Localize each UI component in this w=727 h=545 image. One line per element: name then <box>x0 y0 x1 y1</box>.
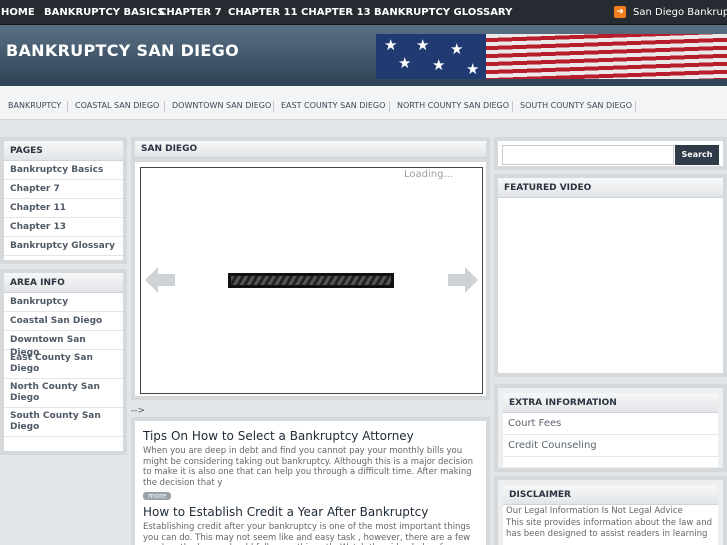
divider <box>273 101 274 112</box>
disclaimer-heading: DISCLAIMER <box>503 485 718 505</box>
sidebar-item-north-county-san-diego[interactable]: North County San Diego <box>4 379 123 408</box>
post-title[interactable]: How to Establish Credit a Year After Ban… <box>143 505 478 519</box>
flag-canton: ★ ★ ★ ★ ★ ★ <box>376 34 486 79</box>
court-fees-link[interactable]: Court Fees <box>503 413 718 435</box>
subnav-east-county[interactable]: EAST COUNTY SAN DIEGO <box>281 86 385 126</box>
divider <box>164 101 165 112</box>
nav-bankruptcy-glossary[interactable]: BANKRUPTCY GLOSSARY <box>374 0 512 25</box>
nav-chapter-7[interactable]: CHAPTER 7 <box>159 0 222 25</box>
subnav-downtown[interactable]: DOWNTOWN SAN DIEGO <box>172 86 271 126</box>
sidebar-item-bankruptcy-glossary[interactable]: Bankruptcy Glossary <box>4 237 123 256</box>
nav-chapter-13[interactable]: CHAPTER 13 <box>301 0 371 25</box>
divider <box>389 101 390 112</box>
slideshow: Loading... <box>140 167 483 394</box>
star-icon: ★ <box>466 60 480 78</box>
loading-text: Loading... <box>404 169 453 180</box>
extra-information-widget: EXTRA INFORMATION Court Fees Credit Coun… <box>494 384 727 472</box>
sidebar-item-coastal-san-diego[interactable]: Coastal San Diego <box>4 312 123 331</box>
site-rss-link[interactable]: San Diego Bankruptcy <box>633 0 727 25</box>
search-input[interactable] <box>502 145 674 165</box>
featured-video-heading: FEATURED VIDEO <box>498 178 723 198</box>
area-navigation: BANKRUPTCY COASTAL SAN DIEGO DOWNTOWN SA… <box>0 86 727 120</box>
sidebar-item-south-county-san-diego[interactable]: South County San Diego <box>4 408 123 437</box>
sidebar-item-chapter-11[interactable]: Chapter 11 <box>4 199 123 218</box>
subnav-coastal[interactable]: COASTAL SAN DIEGO <box>75 86 159 126</box>
disclaimer-line: This site provides information about the… <box>506 518 713 539</box>
post-excerpt: Establishing credit after your bankruptc… <box>143 522 477 545</box>
disclaimer-line: Our Legal Information Is Not Legal Advic… <box>506 506 683 516</box>
divider <box>67 101 68 112</box>
arrow-right-icon[interactable] <box>448 265 478 295</box>
pages-list: Bankruptcy Basics Chapter 7 Chapter 11 C… <box>4 161 123 256</box>
post: Tips On How to Select a Bankruptcy Attor… <box>135 429 486 501</box>
area-list: Bankruptcy Coastal San Diego Downtown Sa… <box>4 293 123 437</box>
star-icon: ★ <box>416 36 430 54</box>
sidebar-item-bankruptcy[interactable]: Bankruptcy <box>4 293 123 312</box>
top-navigation: HOME BANKRUPTCY BASICS CHAPTER 7 CHAPTER… <box>0 0 727 25</box>
disclaimer-widget: DISCLAIMER Our Legal Information Is Not … <box>494 476 727 545</box>
subnav-south-county[interactable]: SOUTH COUNTY SAN DIEGO <box>520 86 632 126</box>
posts-list: Tips On How to Select a Bankruptcy Attor… <box>131 417 490 545</box>
star-icon: ★ <box>450 40 464 58</box>
star-icon: ★ <box>398 54 412 72</box>
site-header: BANKRUPTCY SAN DIEGO ★ ★ ★ ★ ★ ★ <box>0 25 727 86</box>
sidebar-item-chapter-13[interactable]: Chapter 13 <box>4 218 123 237</box>
featured-video-widget: FEATURED VIDEO <box>494 174 727 377</box>
area-info-widget: AREA INFO Bankruptcy Coastal San Diego D… <box>0 269 127 455</box>
sidebar-item-chapter-7[interactable]: Chapter 7 <box>4 180 123 199</box>
slideshow-panel: Loading... <box>131 162 490 400</box>
search-button[interactable]: Search <box>675 145 719 165</box>
main-heading-bar: SAN DIEGO <box>131 137 490 162</box>
sidebar-item-bankruptcy-basics[interactable]: Bankruptcy Basics <box>4 161 123 180</box>
post: How to Establish Credit a Year After Ban… <box>135 505 486 545</box>
subnav-north-county[interactable]: NORTH COUNTY SAN DIEGO <box>397 86 509 126</box>
search-widget: Search <box>494 137 727 170</box>
extra-information-heading: EXTRA INFORMATION <box>503 393 718 413</box>
post-title[interactable]: Tips On How to Select a Bankruptcy Attor… <box>143 429 478 443</box>
pages-widget: PAGES Bankruptcy Basics Chapter 7 Chapte… <box>0 137 127 264</box>
divider <box>512 101 513 112</box>
nav-bankruptcy-basics[interactable]: BANKRUPTCY BASICS <box>44 0 165 25</box>
pages-heading: PAGES <box>4 141 123 161</box>
american-flag-image: ★ ★ ★ ★ ★ ★ <box>376 34 727 79</box>
stray-comment-text: --> <box>131 406 146 416</box>
extra-links: Court Fees Credit Counseling <box>503 413 718 457</box>
main-heading: SAN DIEGO <box>135 141 486 158</box>
nav-home[interactable]: HOME <box>1 0 35 25</box>
sidebar-item-east-county-san-diego[interactable]: East County San Diego <box>4 350 123 379</box>
star-icon: ★ <box>432 56 446 74</box>
post-excerpt: When you are deep in debt and find you c… <box>143 446 474 488</box>
star-icon: ★ <box>384 36 398 54</box>
rss-icon[interactable]: ➜ <box>614 6 626 18</box>
arrow-left-icon[interactable] <box>145 265 175 295</box>
more-button[interactable]: more <box>143 492 172 500</box>
credit-counseling-link[interactable]: Credit Counseling <box>503 435 718 457</box>
area-info-heading: AREA INFO <box>4 273 123 293</box>
site-title[interactable]: BANKRUPTCY SAN DIEGO <box>6 41 239 60</box>
sidebar-item-downtown-san-diego[interactable]: Downtown San Diego <box>4 331 123 358</box>
subnav-bankruptcy[interactable]: BANKRUPTCY <box>8 86 61 126</box>
loading-bar <box>228 273 394 288</box>
nav-chapter-11[interactable]: CHAPTER 11 <box>228 0 298 25</box>
divider <box>635 101 636 112</box>
